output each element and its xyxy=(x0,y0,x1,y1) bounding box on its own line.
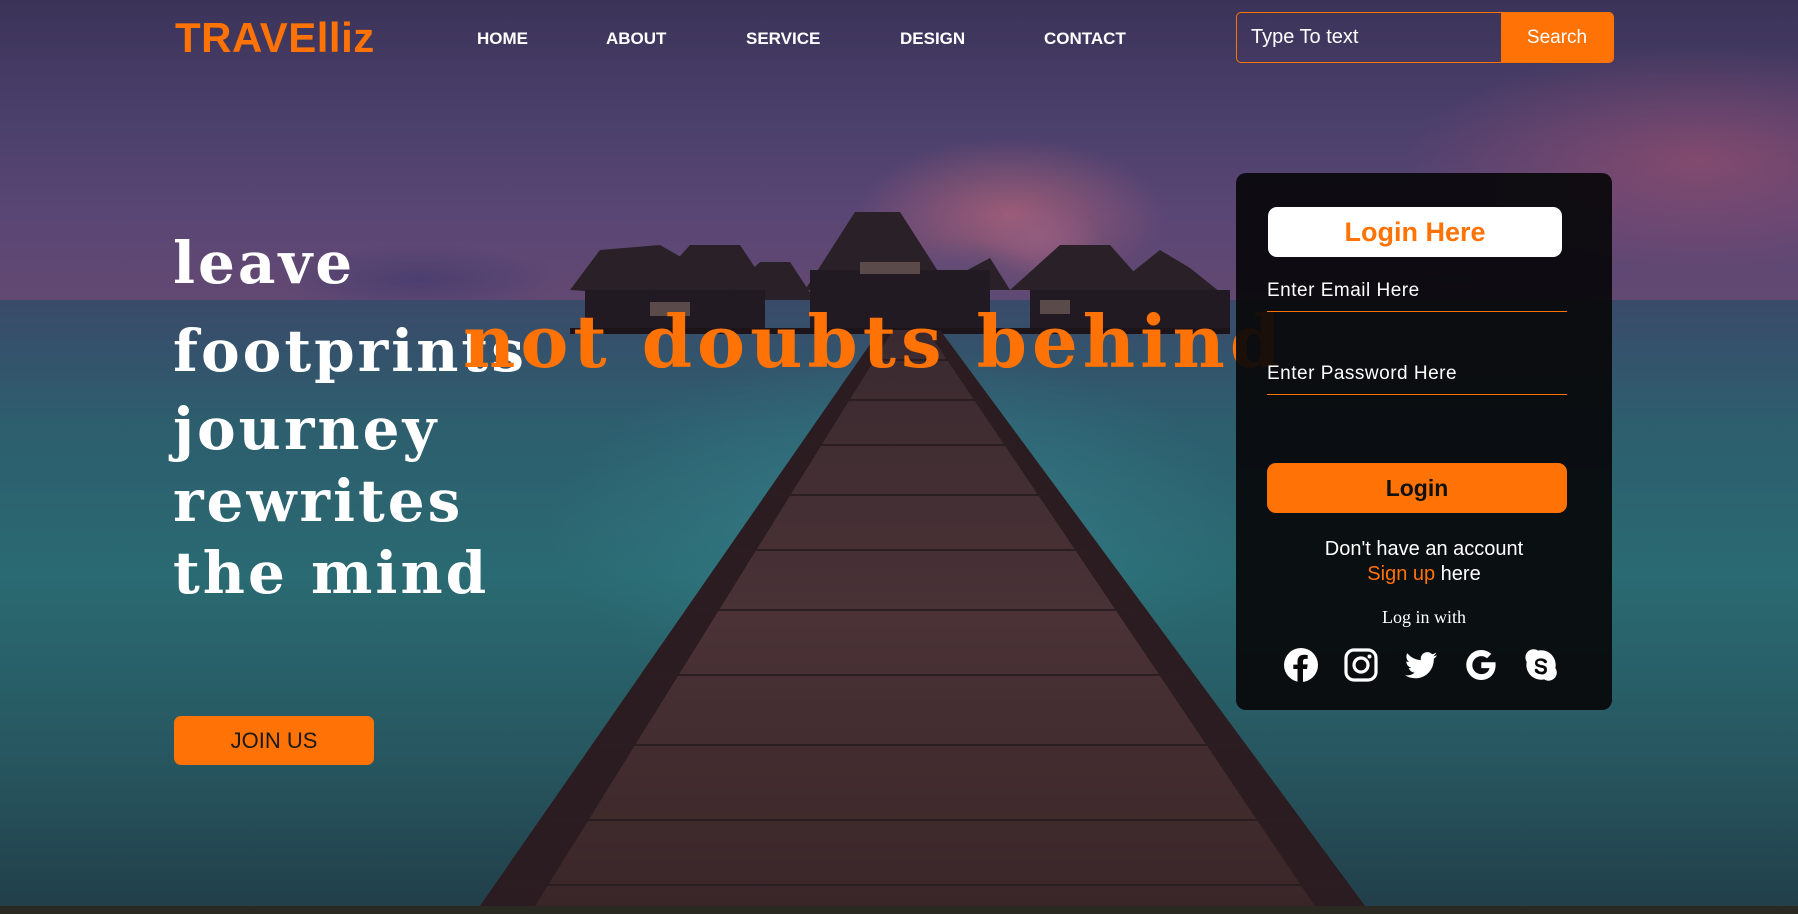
search-bar: Search xyxy=(1236,12,1614,63)
google-icon[interactable] xyxy=(1463,647,1499,683)
instagram-icon[interactable] xyxy=(1343,647,1379,683)
hero-line-4: rewrites xyxy=(173,467,464,535)
login-button[interactable]: Login xyxy=(1267,463,1567,513)
nav-contact[interactable]: CONTACT xyxy=(1044,29,1126,49)
twitter-icon[interactable] xyxy=(1403,647,1439,683)
skype-icon[interactable] xyxy=(1523,647,1559,683)
hero-line-3: journey xyxy=(173,395,440,463)
signup-line: Sign up here xyxy=(1236,562,1612,587)
password-field[interactable] xyxy=(1267,354,1567,395)
signup-suffix: here xyxy=(1435,563,1481,585)
logo[interactable]: TRAVElliz xyxy=(175,14,375,62)
bottom-strip xyxy=(0,906,1798,914)
search-button[interactable]: Search xyxy=(1501,13,1613,62)
nav-service[interactable]: SERVICE xyxy=(746,29,820,49)
log-in-with-label: Log in with xyxy=(1382,607,1466,627)
hero-line-5: the mind xyxy=(173,539,490,607)
login-title: Login Here xyxy=(1268,207,1562,257)
search-input[interactable] xyxy=(1237,13,1501,62)
nav-home[interactable]: HOME xyxy=(477,29,528,49)
facebook-icon[interactable] xyxy=(1283,647,1319,683)
nav-about[interactable]: ABOUT xyxy=(606,29,666,49)
login-card: Login Here Login Don't have an account S… xyxy=(1236,173,1612,710)
no-account-text: Don't have an account xyxy=(1324,538,1524,560)
signup-prompt: Don't have an account Sign up here xyxy=(1236,537,1612,587)
email-field[interactable] xyxy=(1267,271,1567,312)
signup-link[interactable]: Sign up xyxy=(1367,563,1435,585)
social-login-icons xyxy=(1236,647,1612,687)
hero-accent-text: not doubts behind xyxy=(463,299,1286,384)
join-us-button[interactable]: JOIN US xyxy=(174,716,374,765)
nav-design[interactable]: DESIGN xyxy=(900,29,965,49)
hero-line-1: leave xyxy=(173,229,356,297)
